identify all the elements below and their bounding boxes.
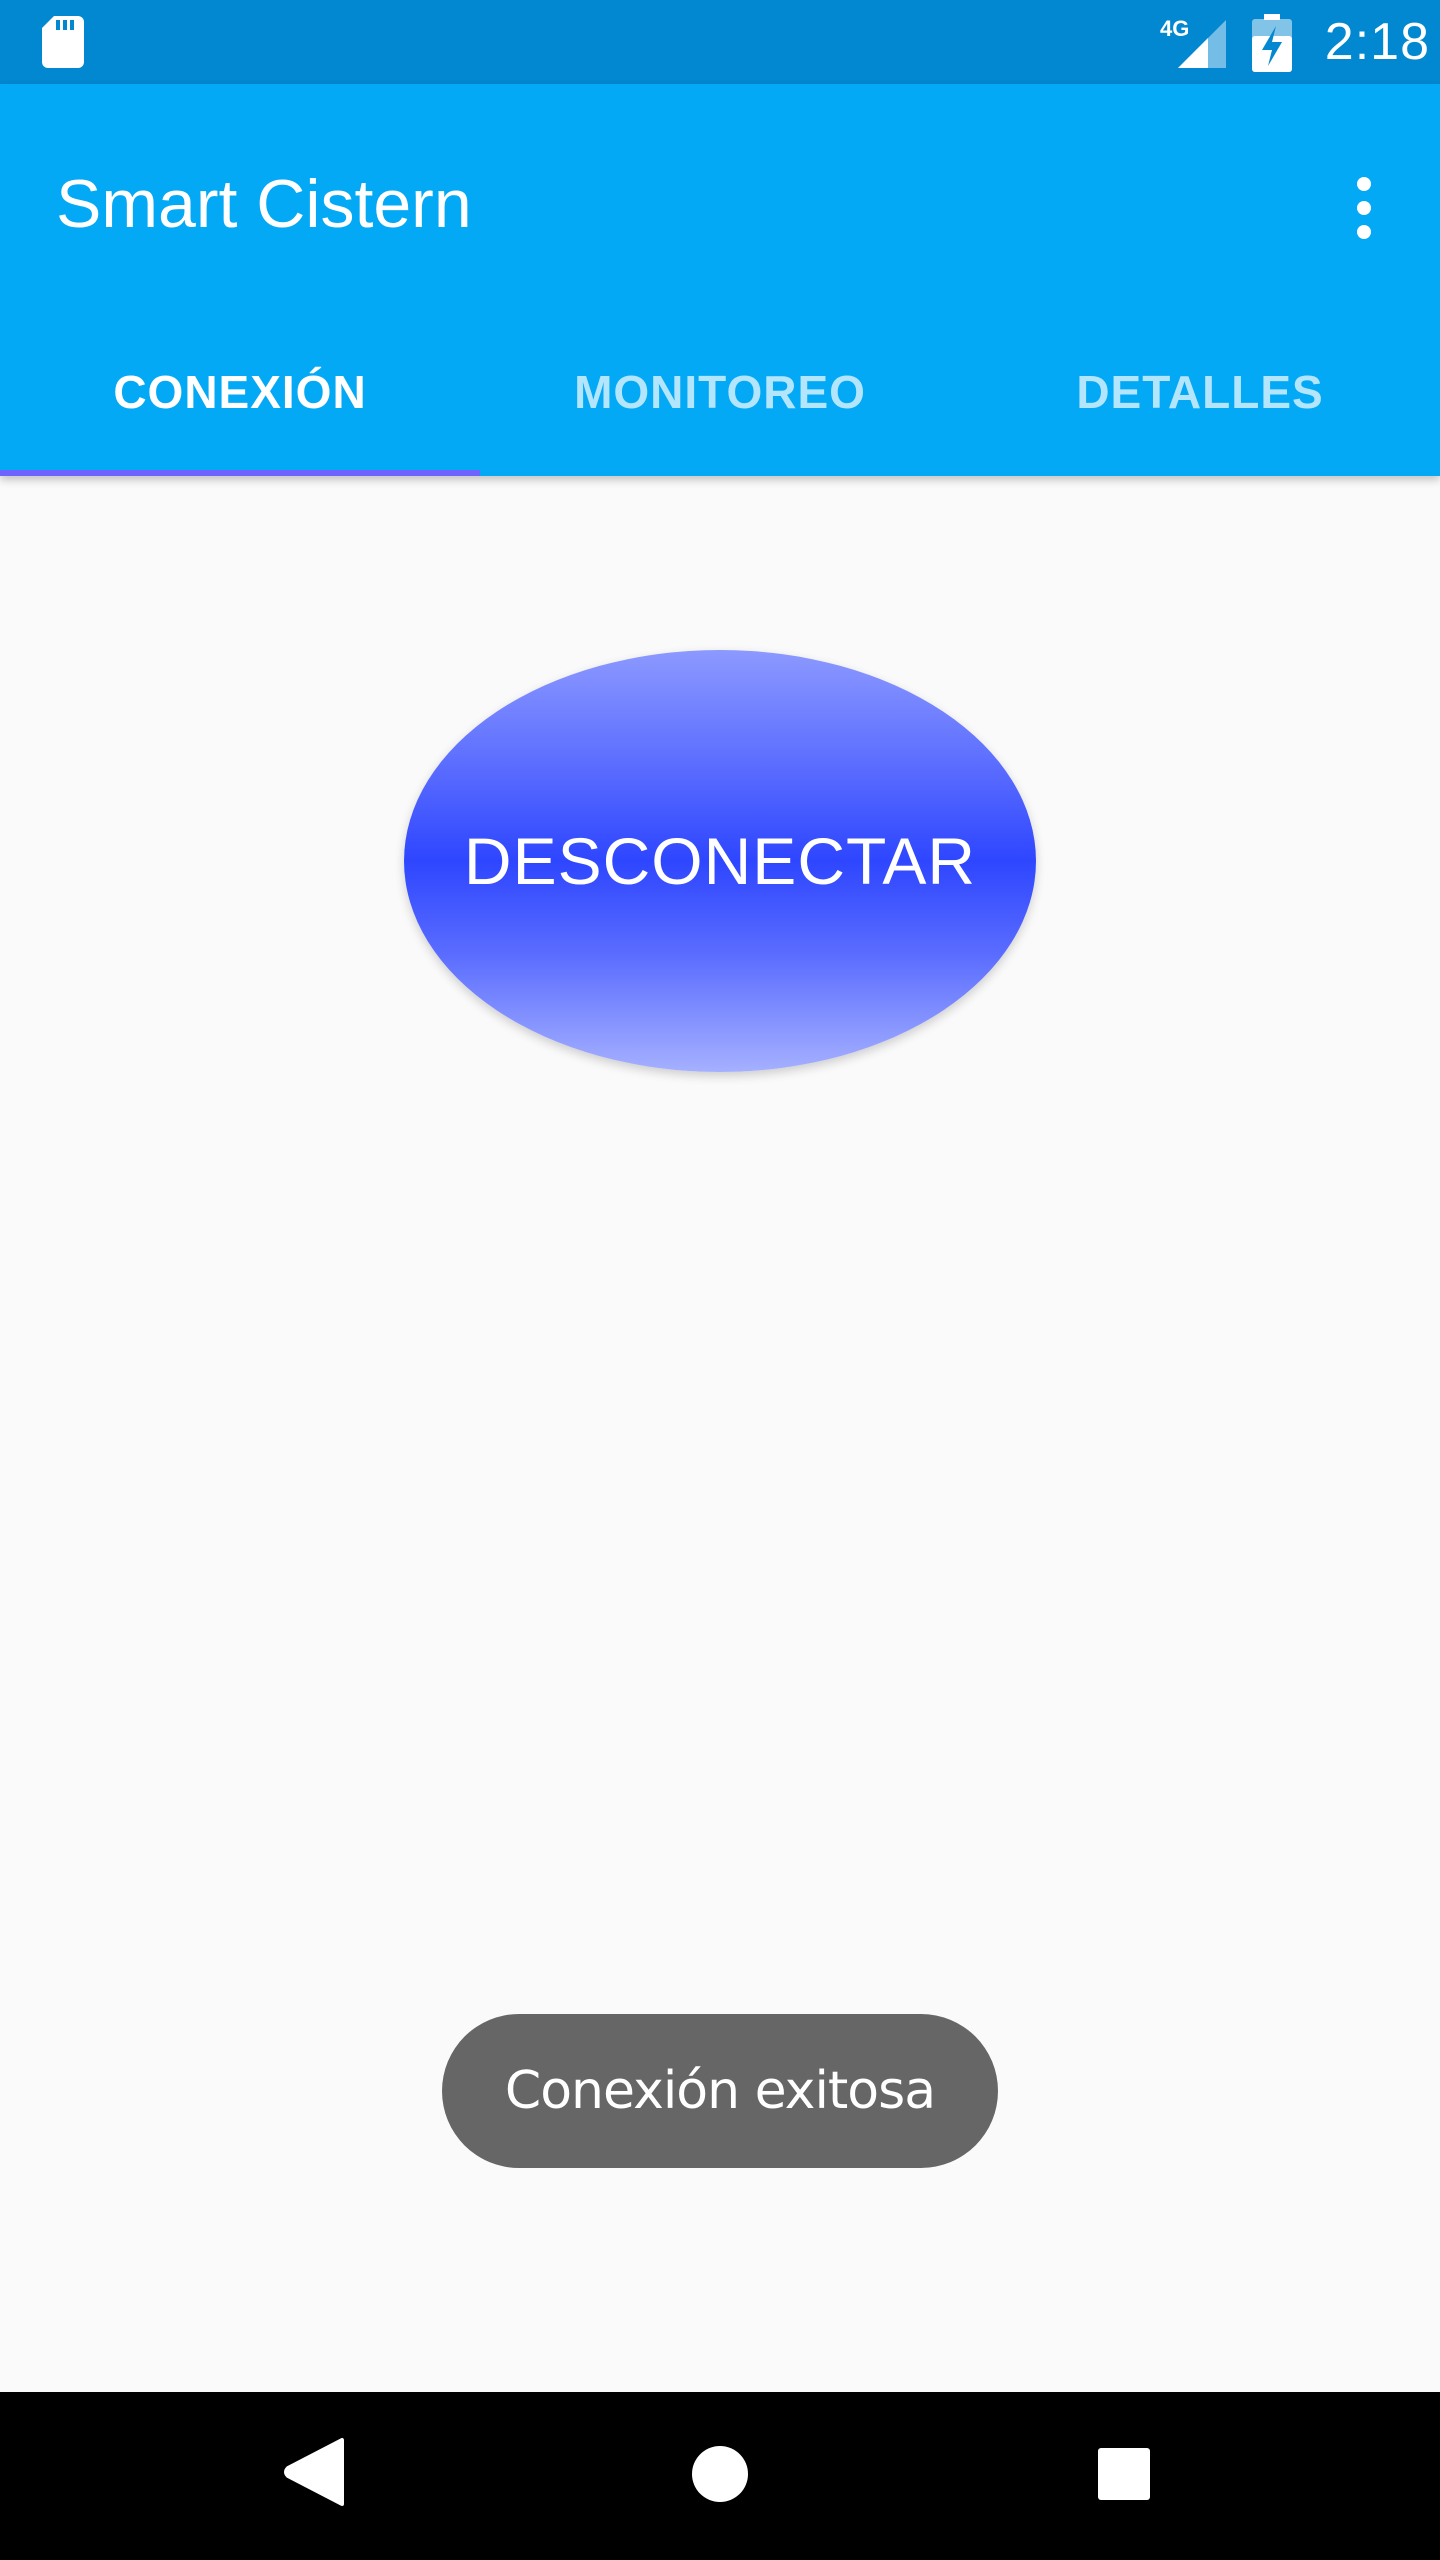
status-bar: 4G 2:18 <box>0 0 1440 84</box>
status-clock: 2:18 <box>1324 13 1430 71</box>
tab-monitoreo[interactable]: MONITOREO <box>480 308 960 476</box>
sd-card-icon <box>42 16 84 68</box>
tab-bar: CONEXIÓN MONITOREO DETALLES <box>0 308 1440 476</box>
navigation-bar <box>0 2392 1440 2560</box>
cell-signal-4g-icon: 4G <box>1160 16 1226 68</box>
home-icon[interactable] <box>690 2444 750 2504</box>
disconnect-button[interactable]: DESCONECTAR <box>404 650 1036 1072</box>
more-vert-icon[interactable] <box>1336 168 1392 248</box>
app-bar: Smart Cistern CONEXIÓN MONITOREO DETALLE… <box>0 84 1440 476</box>
network-type-label: 4G <box>1160 16 1189 41</box>
back-icon[interactable] <box>282 2436 346 2508</box>
tab-selection-indicator <box>0 470 480 476</box>
app-title: Smart Cistern <box>56 166 472 242</box>
battery-charging-icon <box>1252 14 1292 72</box>
recents-icon[interactable] <box>1096 2446 1152 2502</box>
screen: 4G 2:18 Smart Cistern CONEXIÓN MONITOREO… <box>0 0 1440 2560</box>
tab-detalles[interactable]: DETALLES <box>960 308 1440 476</box>
toast-message: Conexión exitosa <box>442 2014 998 2168</box>
tab-conexion[interactable]: CONEXIÓN <box>0 308 480 476</box>
